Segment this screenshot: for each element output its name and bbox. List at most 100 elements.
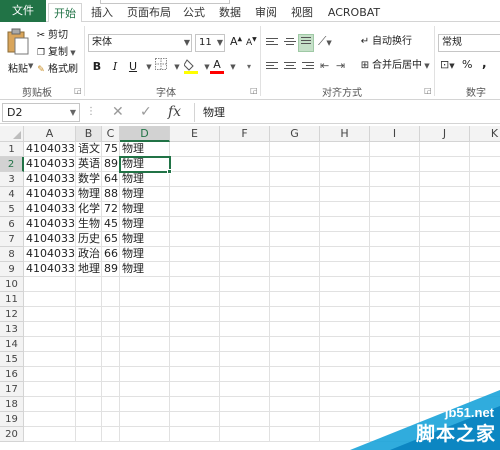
cell-a1[interactable]: 41040330 [24, 142, 76, 157]
cell-f7[interactable] [220, 232, 270, 247]
cell-e2[interactable] [170, 157, 220, 172]
row-header-1[interactable]: 1 [0, 142, 24, 157]
cell-g8[interactable] [270, 247, 320, 262]
row-header-14[interactable]: 14 [0, 337, 24, 352]
cell-f9[interactable] [220, 262, 270, 277]
cell-k9[interactable] [470, 262, 500, 277]
cell-d15[interactable] [120, 352, 170, 367]
cell-d8[interactable]: 物理 [120, 247, 170, 262]
cell-f10[interactable] [220, 277, 270, 292]
column-header-e[interactable]: E [170, 126, 220, 142]
cell-b8[interactable]: 政治 [76, 247, 102, 262]
cell-g6[interactable] [270, 217, 320, 232]
cell-f6[interactable] [220, 217, 270, 232]
cell-i4[interactable] [370, 187, 420, 202]
cell-g3[interactable] [270, 172, 320, 187]
row-header-18[interactable]: 18 [0, 397, 24, 412]
cell-g15[interactable] [270, 352, 320, 367]
cell-k16[interactable] [470, 367, 500, 382]
column-header-h[interactable]: H [320, 126, 370, 142]
cell-a6[interactable]: 41040335 [24, 217, 76, 232]
row-header-2[interactable]: 2 [0, 157, 24, 172]
cell-g11[interactable] [270, 292, 320, 307]
phonetic-button[interactable]: ▾ [240, 58, 258, 76]
cell-f14[interactable] [220, 337, 270, 352]
row-header-5[interactable]: 5 [0, 202, 24, 217]
row-header-4[interactable]: 4 [0, 187, 24, 202]
cell-d12[interactable] [120, 307, 170, 322]
cell-g2[interactable] [270, 157, 320, 172]
cell-f15[interactable] [220, 352, 270, 367]
bold-button[interactable]: B [88, 58, 106, 76]
column-header-c[interactable]: C [102, 126, 120, 142]
orientation-icon[interactable]: ⟋▼ [318, 34, 332, 49]
cell-i12[interactable] [370, 307, 420, 322]
cell-e5[interactable] [170, 202, 220, 217]
cell-a2[interactable]: 41040331 [24, 157, 76, 172]
font-size-select[interactable]: 11 ▼ [195, 34, 225, 52]
cell-c17[interactable] [102, 382, 120, 397]
cell-e6[interactable] [170, 217, 220, 232]
cell-f4[interactable] [220, 187, 270, 202]
cell-d20[interactable] [120, 427, 170, 442]
cell-d1[interactable]: 物理 [120, 142, 170, 157]
cell-k13[interactable] [470, 322, 500, 337]
tab-data[interactable]: 数据 [216, 3, 244, 22]
cell-c1[interactable]: 75 [102, 142, 120, 157]
cell-k4[interactable] [470, 187, 500, 202]
tab-acrobat[interactable]: ACROBAT [326, 3, 382, 22]
alignment-launcher-icon[interactable]: ◲ [424, 86, 432, 95]
cell-b1[interactable]: 语文 [76, 142, 102, 157]
cell-h16[interactable] [320, 367, 370, 382]
cell-e18[interactable] [170, 397, 220, 412]
cell-h7[interactable] [320, 232, 370, 247]
column-header-i[interactable]: I [370, 126, 420, 142]
cell-c7[interactable]: 65 [102, 232, 120, 247]
cell-a13[interactable] [24, 322, 76, 337]
tab-file[interactable]: 文件 [0, 0, 46, 22]
cell-k14[interactable] [470, 337, 500, 352]
cell-j4[interactable] [420, 187, 470, 202]
cell-a16[interactable] [24, 367, 76, 382]
cell-e16[interactable] [170, 367, 220, 382]
column-header-f[interactable]: F [220, 126, 270, 142]
cell-h13[interactable] [320, 322, 370, 337]
cell-e1[interactable] [170, 142, 220, 157]
cell-j12[interactable] [420, 307, 470, 322]
cell-e9[interactable] [170, 262, 220, 277]
align-left-icon[interactable] [264, 60, 280, 74]
cell-j14[interactable] [420, 337, 470, 352]
cell-f12[interactable] [220, 307, 270, 322]
column-header-k[interactable]: K [470, 126, 500, 142]
cell-c2[interactable]: 89 [102, 157, 120, 172]
cell-b10[interactable] [76, 277, 102, 292]
row-header-6[interactable]: 6 [0, 217, 24, 232]
cell-a9[interactable]: 41040338 [24, 262, 76, 277]
cell-f16[interactable] [220, 367, 270, 382]
column-header-j[interactable]: J [420, 126, 470, 142]
cell-b18[interactable] [76, 397, 102, 412]
cell-j15[interactable] [420, 352, 470, 367]
cell-g5[interactable] [270, 202, 320, 217]
cell-c6[interactable]: 45 [102, 217, 120, 232]
row-header-13[interactable]: 13 [0, 322, 24, 337]
column-header-b[interactable]: B [76, 126, 102, 142]
cell-f5[interactable] [220, 202, 270, 217]
cell-h9[interactable] [320, 262, 370, 277]
row-header-11[interactable]: 11 [0, 292, 24, 307]
cell-f8[interactable] [220, 247, 270, 262]
cell-g12[interactable] [270, 307, 320, 322]
cell-i2[interactable] [370, 157, 420, 172]
cell-e20[interactable] [170, 427, 220, 442]
cell-i13[interactable] [370, 322, 420, 337]
cell-j11[interactable] [420, 292, 470, 307]
cell-i10[interactable] [370, 277, 420, 292]
cell-d14[interactable] [120, 337, 170, 352]
cell-b9[interactable]: 地理 [76, 262, 102, 277]
cell-c13[interactable] [102, 322, 120, 337]
indent-decrease-icon[interactable]: ⇤ [320, 59, 329, 72]
tab-insert[interactable]: 插入 [88, 3, 116, 22]
cell-f19[interactable] [220, 412, 270, 427]
cell-h12[interactable] [320, 307, 370, 322]
cell-j7[interactable] [420, 232, 470, 247]
